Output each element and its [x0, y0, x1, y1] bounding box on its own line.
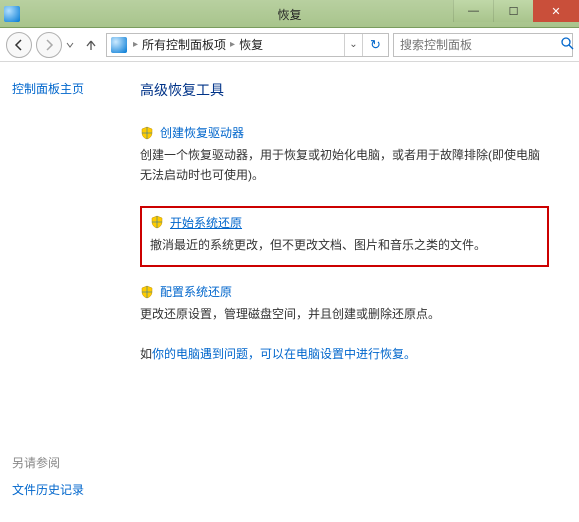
- shield-icon: [150, 215, 164, 229]
- see-also-label: 另请参阅: [12, 454, 84, 471]
- search-button[interactable]: [561, 37, 574, 53]
- breadcrumb-sep: ▸: [131, 39, 140, 50]
- back-button[interactable]: [6, 32, 32, 58]
- start-system-restore-link[interactable]: 开始系统还原: [170, 214, 242, 231]
- control-panel-home-link[interactable]: 控制面板主页: [12, 80, 128, 97]
- arrow-up-icon: [84, 38, 98, 52]
- pc-settings-recovery-link[interactable]: 如你的电脑遇到问题，可以在电脑设置中进行恢复。: [140, 345, 549, 362]
- maximize-button[interactable]: ☐: [493, 0, 533, 22]
- create-recovery-drive-desc: 创建一个恢复驱动器，用于恢复或初始化电脑，或者用于故障排除(即使电脑无法启动时也…: [140, 145, 549, 186]
- window-controls: — ☐ ✕: [453, 0, 579, 27]
- configure-system-restore-link[interactable]: 配置系统还原: [160, 283, 232, 300]
- close-button[interactable]: ✕: [533, 0, 579, 22]
- note-text: 你的电脑遇到问题，可以在电脑设置中进行恢复。: [152, 347, 416, 361]
- arrow-left-icon: [13, 39, 25, 51]
- start-system-restore-desc: 撤消最近的系统更改，但不更改文档、图片和音乐之类的文件。: [150, 235, 539, 255]
- address-dropdown[interactable]: ⌄: [344, 34, 362, 56]
- minimize-button[interactable]: —: [453, 0, 493, 22]
- search-input[interactable]: [394, 38, 561, 52]
- tool-create-recovery-drive: 创建恢复驱动器 创建一个恢复驱动器，用于恢复或初始化电脑，或者用于故障排除(即使…: [140, 124, 549, 186]
- configure-system-restore-desc: 更改还原设置，管理磁盘空间，并且创建或删除还原点。: [140, 304, 549, 324]
- create-recovery-drive-link[interactable]: 创建恢复驱动器: [160, 124, 244, 141]
- forward-button[interactable]: [36, 32, 62, 58]
- breadcrumb-root[interactable]: 所有控制面板项: [140, 34, 228, 55]
- search-box: [393, 33, 573, 57]
- content: 高级恢复工具 创建恢复驱动器 创建一个恢复驱动器，用于恢复或初始化电脑，或者用于…: [140, 62, 579, 522]
- breadcrumb-sep: ▸: [228, 39, 237, 50]
- app-icon: [4, 6, 20, 22]
- chevron-down-icon: [66, 41, 74, 49]
- shield-icon: [140, 285, 154, 299]
- note-prefix: 如: [140, 347, 152, 361]
- address-bar[interactable]: ▸ 所有控制面板项 ▸ 恢复 ⌄ ↻: [106, 33, 389, 57]
- page-heading: 高级恢复工具: [140, 80, 549, 100]
- highlighted-item: 开始系统还原 撤消最近的系统更改，但不更改文档、图片和音乐之类的文件。: [140, 206, 549, 267]
- arrow-right-icon: [43, 39, 55, 51]
- history-dropdown[interactable]: [66, 36, 76, 54]
- search-icon: [561, 37, 574, 50]
- title-bar: 恢复 — ☐ ✕: [0, 0, 579, 28]
- location-icon: [111, 37, 127, 53]
- file-history-link[interactable]: 文件历史记录: [12, 481, 84, 498]
- breadcrumb-current[interactable]: 恢复: [237, 34, 265, 55]
- shield-icon: [140, 126, 154, 140]
- up-button[interactable]: [80, 34, 102, 56]
- nav-bar: ▸ 所有控制面板项 ▸ 恢复 ⌄ ↻: [0, 28, 579, 62]
- refresh-button[interactable]: ↻: [362, 34, 388, 56]
- body: 控制面板主页 另请参阅 文件历史记录 高级恢复工具 创建恢复驱动器 创建一个恢复…: [0, 62, 579, 522]
- sidebar: 控制面板主页 另请参阅 文件历史记录: [0, 62, 140, 522]
- tool-configure-system-restore: 配置系统还原 更改还原设置，管理磁盘空间，并且创建或删除还原点。: [140, 283, 549, 324]
